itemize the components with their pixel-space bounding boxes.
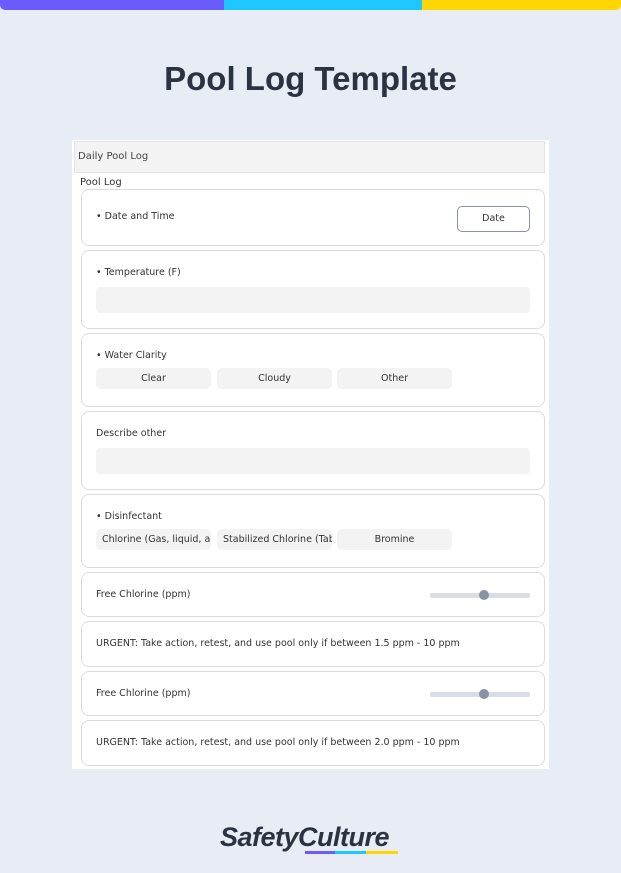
free-chlorine-label: Free Chlorine (ppm) <box>96 589 191 600</box>
brand-bar-yellow <box>422 0 621 10</box>
urgent-message: URGENT: Take action, retest, and use poo… <box>96 737 460 748</box>
brand-bar-purple <box>0 0 224 10</box>
option-bromine[interactable]: Bromine <box>337 529 452 550</box>
logo-underline-cyan <box>335 851 366 854</box>
form-panel: Daily Pool Log Pool Log • Date and Time … <box>72 140 549 769</box>
disinfectant-card: • Disinfectant Chlorine (Gas, liquid, an… <box>81 494 545 568</box>
date-time-label: • Date and Time <box>96 211 175 222</box>
describe-other-card: Describe other <box>81 411 545 490</box>
temperature-card: • Temperature (F) <box>81 250 545 329</box>
option-clear[interactable]: Clear <box>96 368 211 389</box>
logo-underline-purple <box>305 851 335 854</box>
section-title: Pool Log <box>80 177 122 188</box>
water-clarity-card: • Water Clarity Clear Cloudy Other <box>81 333 545 407</box>
option-chlorine[interactable]: Chlorine (Gas, liquid, an <box>96 529 211 550</box>
water-clarity-label: • Water Clarity <box>96 350 167 361</box>
form-header: Daily Pool Log <box>74 141 545 173</box>
describe-other-input[interactable] <box>96 448 530 474</box>
option-cloudy[interactable]: Cloudy <box>217 368 332 389</box>
urgent-card-2: URGENT: Take action, retest, and use poo… <box>81 720 545 766</box>
urgent-card-1: URGENT: Take action, retest, and use poo… <box>81 621 545 667</box>
brand-bar-cyan <box>224 0 422 10</box>
option-other[interactable]: Other <box>337 368 452 389</box>
slider-knob[interactable] <box>479 590 489 600</box>
urgent-message: URGENT: Take action, retest, and use poo… <box>96 638 460 649</box>
date-time-card: • Date and Time Date <box>81 189 545 246</box>
option-stabilized-chlorine[interactable]: Stabilized Chlorine (Tabl <box>217 529 332 550</box>
free-chlorine-label: Free Chlorine (ppm) <box>96 688 191 699</box>
temperature-input[interactable] <box>96 287 530 313</box>
free-chlorine-slider[interactable] <box>430 590 530 600</box>
logo-underline-yellow <box>366 851 398 854</box>
page-title: Pool Log Template <box>164 60 457 97</box>
disinfectant-label: • Disinfectant <box>96 511 162 522</box>
free-chlorine-card-2: Free Chlorine (ppm) <box>81 671 545 716</box>
temperature-label: • Temperature (F) <box>96 267 181 278</box>
free-chlorine-slider[interactable] <box>430 689 530 699</box>
date-button[interactable]: Date <box>457 206 530 232</box>
slider-knob[interactable] <box>479 689 489 699</box>
describe-other-label: Describe other <box>96 428 167 439</box>
free-chlorine-card-1: Free Chlorine (ppm) <box>81 572 545 617</box>
safetyculture-logo: SafetyCulture <box>220 822 390 852</box>
